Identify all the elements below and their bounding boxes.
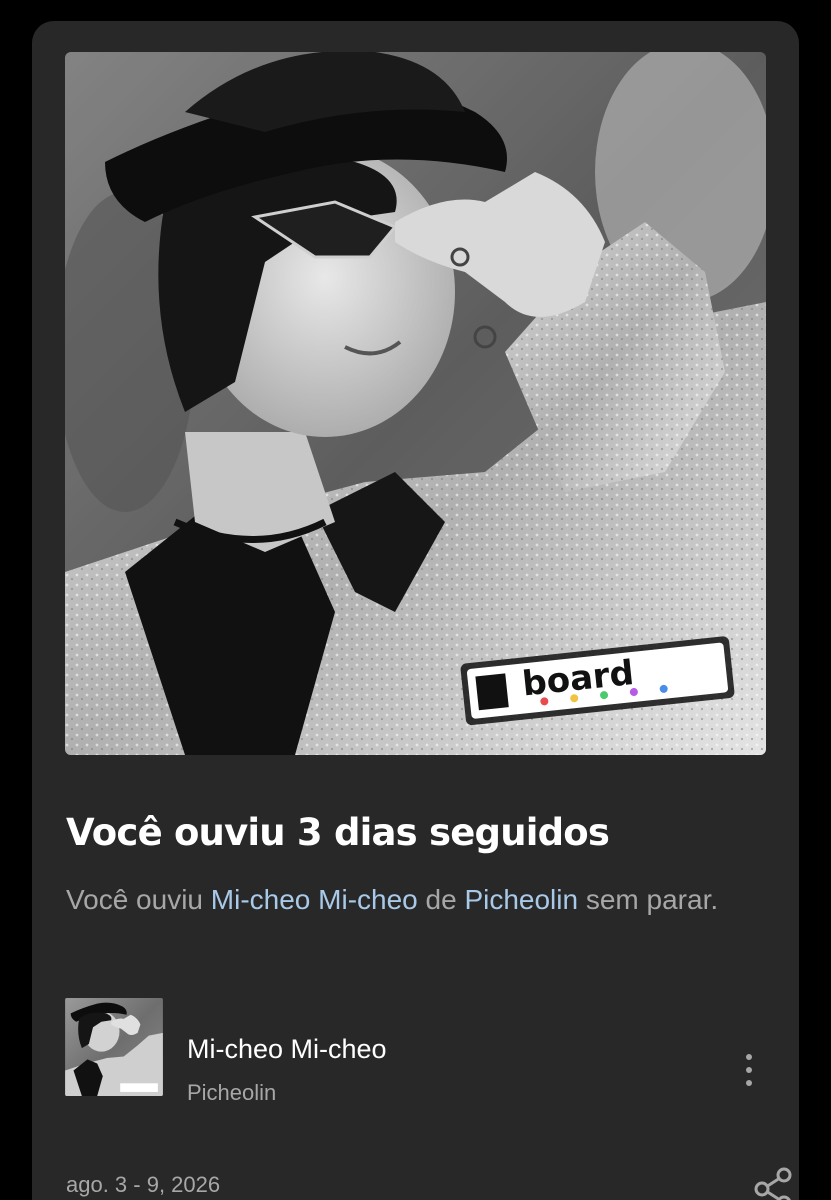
song-link[interactable]: Mi-cheo Mi-cheo [211, 884, 418, 915]
track-title: Mi-cheo Mi-cheo [187, 1034, 387, 1064]
album-cover-image[interactable]: board [65, 52, 766, 755]
streak-headline: Você ouviu 3 dias seguidos [66, 811, 610, 854]
more-vertical-icon[interactable] [729, 1051, 769, 1091]
listening-streak-card: board Você ouviu 3 dias seguidos Você ou… [32, 21, 799, 1200]
track-row[interactable]: Mi-cheo Mi-cheo Picheolin [65, 998, 765, 1105]
description-suffix: sem parar. [578, 884, 719, 915]
share-icon[interactable] [751, 1166, 797, 1200]
date-range: ago. 3 - 9, 2026 [66, 1172, 221, 1197]
track-thumbnail [65, 998, 163, 1096]
streak-description: Você ouviu Mi-cheo Mi-cheo de Picheolin … [66, 878, 766, 922]
description-prefix: Você ouviu [66, 884, 211, 915]
artist-link[interactable]: Picheolin [464, 884, 578, 915]
track-artist: Picheolin [187, 1080, 277, 1105]
description-middle: de [417, 884, 465, 915]
